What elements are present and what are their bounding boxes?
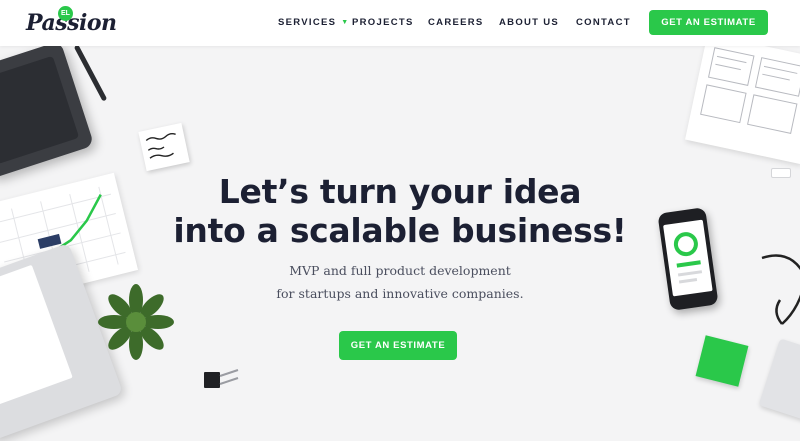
nav-item-about-us[interactable]: ABOUT US	[499, 17, 559, 28]
logo-badge: EL	[58, 6, 73, 21]
nav-item-projects[interactable]: PROJECTS	[352, 17, 414, 28]
nav-item-careers[interactable]: CAREERS	[428, 17, 484, 28]
wireframe-sketch-drawing	[700, 47, 800, 134]
wireframe-sketch-paper-image	[685, 33, 800, 165]
green-sticky-note-image	[695, 335, 749, 387]
hero-heading: Let’s turn your idea into a scalable bus…	[150, 172, 650, 250]
nav-item-contact[interactable]: CONTACT	[576, 17, 631, 28]
laptop-screen	[0, 264, 73, 409]
binder-clip-image	[204, 369, 239, 388]
chevron-down-icon: ▼	[341, 19, 350, 26]
succulent-plant-image	[98, 284, 174, 360]
wireframe-note-image	[138, 122, 190, 172]
phone-app-graphic	[673, 232, 703, 284]
smartphone-image	[657, 207, 719, 311]
eyeglasses-image	[761, 254, 800, 325]
elpassion-logo[interactable]: Passion EL	[26, 6, 117, 40]
stylus-pen-image	[73, 44, 108, 102]
nav-item-services[interactable]: SERVICES ▼	[278, 17, 350, 28]
drawing-tablet-image	[0, 40, 95, 180]
nav-item-label: SERVICES	[278, 17, 337, 28]
site-header: Passion EL SERVICES ▼ PROJECTS CAREERS AB…	[0, 0, 800, 46]
header-get-estimate-button[interactable]: GET AN ESTIMATE	[649, 10, 768, 35]
hero-heading-line-1: Let’s turn your idea	[218, 172, 582, 211]
hero-heading-line-2: into a scalable business!	[173, 211, 627, 250]
scribble-marks	[145, 133, 176, 159]
hero-subtitle-line-1: MVP and full product development	[289, 263, 511, 278]
hero-get-estimate-button[interactable]: GET AN ESTIMATE	[339, 331, 457, 360]
tablet-surface	[0, 55, 80, 165]
phone-screen	[663, 219, 713, 297]
hero-subtitle-line-2: for startups and innovative companies.	[276, 286, 524, 301]
usb-stick-image	[771, 168, 791, 178]
keyboard-image	[758, 338, 800, 424]
